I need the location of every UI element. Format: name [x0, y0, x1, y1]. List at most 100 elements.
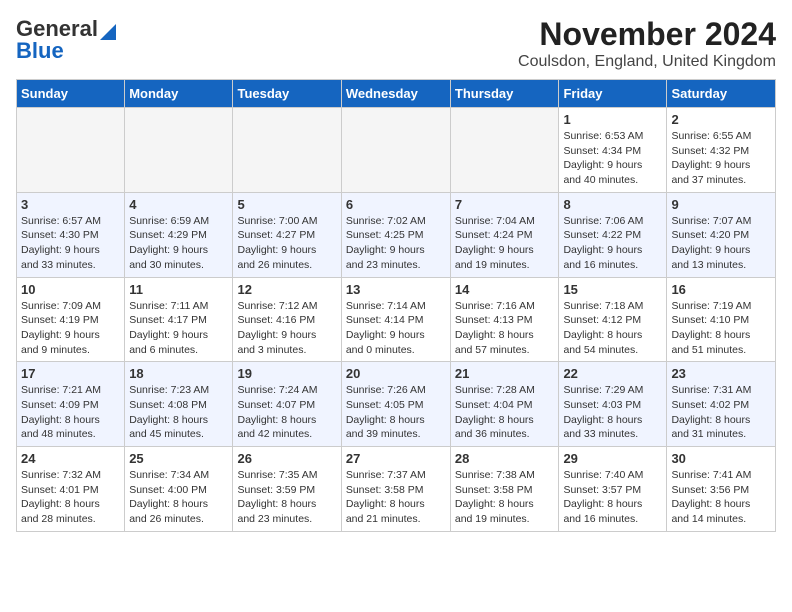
day-info: Sunrise: 7:04 AM Sunset: 4:24 PM Dayligh… [455, 214, 555, 273]
day-info: Sunrise: 7:34 AM Sunset: 4:00 PM Dayligh… [129, 468, 228, 527]
day-header-wednesday: Wednesday [341, 80, 450, 108]
calendar-cell: 20 Sunrise: 7:26 AM Sunset: 4:05 PM Dayli… [341, 362, 450, 447]
calendar-cell: 16 Sunrise: 7:19 AM Sunset: 4:10 PM Dayli… [667, 277, 776, 362]
day-info: Sunrise: 6:57 AM Sunset: 4:30 PM Dayligh… [21, 214, 120, 273]
day-number: 16 [671, 282, 771, 297]
calendar-cell: 6Sunrise: 7:02 AM Sunset: 4:25 PM Daylig… [341, 192, 450, 277]
calendar-table: SundayMondayTuesdayWednesdayThursdayFrid… [16, 79, 776, 532]
day-number: 11 [129, 282, 228, 297]
calendar-cell: 24 Sunrise: 7:32 AM Sunset: 4:01 PM Dayli… [17, 447, 125, 532]
day-info: Sunrise: 7:32 AM Sunset: 4:01 PM Dayligh… [21, 468, 120, 527]
day-number: 1 [563, 112, 662, 127]
day-info: Sunrise: 7:37 AM Sunset: 3:58 PM Dayligh… [346, 468, 446, 527]
calendar-cell: 30 Sunrise: 7:41 AM Sunset: 3:56 PM Dayli… [667, 447, 776, 532]
calendar-cell: 14 Sunrise: 7:16 AM Sunset: 4:13 PM Dayli… [450, 277, 559, 362]
day-info: Sunrise: 7:18 AM Sunset: 4:12 PM Dayligh… [563, 299, 662, 358]
calendar-cell: 19 Sunrise: 7:24 AM Sunset: 4:07 PM Dayli… [233, 362, 341, 447]
day-info: Sunrise: 7:40 AM Sunset: 3:57 PM Dayligh… [563, 468, 662, 527]
day-number: 9 [671, 197, 771, 212]
day-number: 29 [563, 451, 662, 466]
calendar-cell: 22 Sunrise: 7:29 AM Sunset: 4:03 PM Dayli… [559, 362, 667, 447]
day-number: 19 [237, 366, 336, 381]
calendar-week-row: 17 Sunrise: 7:21 AM Sunset: 4:09 PM Dayli… [17, 362, 776, 447]
day-info: Sunrise: 7:11 AM Sunset: 4:17 PM Dayligh… [129, 299, 228, 358]
day-number: 4 [129, 197, 228, 212]
day-info: Sunrise: 7:12 AM Sunset: 4:16 PM Dayligh… [237, 299, 336, 358]
calendar-cell: 27 Sunrise: 7:37 AM Sunset: 3:58 PM Dayli… [341, 447, 450, 532]
calendar-cell [17, 108, 125, 193]
page-header: General Blue November 2024 Coulsdon, Eng… [16, 16, 776, 71]
day-number: 21 [455, 366, 555, 381]
calendar-cell: 25 Sunrise: 7:34 AM Sunset: 4:00 PM Dayli… [125, 447, 233, 532]
calendar-cell: 26 Sunrise: 7:35 AM Sunset: 3:59 PM Dayli… [233, 447, 341, 532]
calendar-cell [450, 108, 559, 193]
day-number: 27 [346, 451, 446, 466]
calendar-cell: 10 Sunrise: 7:09 AM Sunset: 4:19 PM Dayli… [17, 277, 125, 362]
day-header-saturday: Saturday [667, 80, 776, 108]
day-info: Sunrise: 7:14 AM Sunset: 4:14 PM Dayligh… [346, 299, 446, 358]
day-info: Sunrise: 7:06 AM Sunset: 4:22 PM Dayligh… [563, 214, 662, 273]
calendar-cell: 7 Sunrise: 7:04 AM Sunset: 4:24 PM Daylig… [450, 192, 559, 277]
calendar-cell: 8 Sunrise: 7:06 AM Sunset: 4:22 PM Daylig… [559, 192, 667, 277]
day-number: 13 [346, 282, 446, 297]
day-info: Sunrise: 7:00 AM Sunset: 4:27 PM Dayligh… [237, 214, 336, 273]
calendar-cell: 28Sunrise: 7:38 AM Sunset: 3:58 PM Dayli… [450, 447, 559, 532]
day-header-tuesday: Tuesday [233, 80, 341, 108]
day-number: 26 [237, 451, 336, 466]
calendar-cell: 23Sunrise: 7:31 AM Sunset: 4:02 PM Dayli… [667, 362, 776, 447]
day-info: Sunrise: 7:41 AM Sunset: 3:56 PM Dayligh… [671, 468, 771, 527]
day-number: 5 [237, 197, 336, 212]
calendar-cell: 9Sunrise: 7:07 AM Sunset: 4:20 PM Daylig… [667, 192, 776, 277]
day-number: 30 [671, 451, 771, 466]
day-number: 12 [237, 282, 336, 297]
calendar-week-row: 1 Sunrise: 6:53 AM Sunset: 4:34 PM Daylig… [17, 108, 776, 193]
day-number: 10 [21, 282, 120, 297]
day-info: Sunrise: 7:21 AM Sunset: 4:09 PM Dayligh… [21, 383, 120, 442]
calendar-cell: 15Sunrise: 7:18 AM Sunset: 4:12 PM Dayli… [559, 277, 667, 362]
day-info: Sunrise: 7:26 AM Sunset: 4:05 PM Dayligh… [346, 383, 446, 442]
calendar-cell: 4Sunrise: 6:59 AM Sunset: 4:29 PM Daylig… [125, 192, 233, 277]
calendar-header-row: SundayMondayTuesdayWednesdayThursdayFrid… [17, 80, 776, 108]
day-info: Sunrise: 7:09 AM Sunset: 4:19 PM Dayligh… [21, 299, 120, 358]
day-info: Sunrise: 7:29 AM Sunset: 4:03 PM Dayligh… [563, 383, 662, 442]
day-number: 2 [671, 112, 771, 127]
day-info: Sunrise: 7:35 AM Sunset: 3:59 PM Dayligh… [237, 468, 336, 527]
calendar-week-row: 3 Sunrise: 6:57 AM Sunset: 4:30 PM Daylig… [17, 192, 776, 277]
calendar-cell: 2 Sunrise: 6:55 AM Sunset: 4:32 PM Daylig… [667, 108, 776, 193]
day-number: 18 [129, 366, 228, 381]
day-info: Sunrise: 7:38 AM Sunset: 3:58 PM Dayligh… [455, 468, 555, 527]
calendar-cell [125, 108, 233, 193]
calendar-cell [341, 108, 450, 193]
calendar-cell: 18 Sunrise: 7:23 AM Sunset: 4:08 PM Dayli… [125, 362, 233, 447]
day-number: 24 [21, 451, 120, 466]
calendar-cell: 11 Sunrise: 7:11 AM Sunset: 4:17 PM Dayli… [125, 277, 233, 362]
day-info: Sunrise: 7:23 AM Sunset: 4:08 PM Dayligh… [129, 383, 228, 442]
day-info: Sunrise: 7:24 AM Sunset: 4:07 PM Dayligh… [237, 383, 336, 442]
calendar-cell [233, 108, 341, 193]
calendar-week-row: 24 Sunrise: 7:32 AM Sunset: 4:01 PM Dayli… [17, 447, 776, 532]
calendar-cell: 29 Sunrise: 7:40 AM Sunset: 3:57 PM Dayli… [559, 447, 667, 532]
day-info: Sunrise: 7:19 AM Sunset: 4:10 PM Dayligh… [671, 299, 771, 358]
logo-arrow-icon [100, 18, 116, 40]
day-info: Sunrise: 7:16 AM Sunset: 4:13 PM Dayligh… [455, 299, 555, 358]
day-info: Sunrise: 6:55 AM Sunset: 4:32 PM Dayligh… [671, 129, 771, 188]
month-title: November 2024 [518, 16, 776, 53]
day-number: 22 [563, 366, 662, 381]
day-number: 3 [21, 197, 120, 212]
day-number: 17 [21, 366, 120, 381]
calendar-cell: 5 Sunrise: 7:00 AM Sunset: 4:27 PM Daylig… [233, 192, 341, 277]
day-header-monday: Monday [125, 80, 233, 108]
calendar-week-row: 10 Sunrise: 7:09 AM Sunset: 4:19 PM Dayli… [17, 277, 776, 362]
title-area: November 2024 Coulsdon, England, United … [518, 16, 776, 71]
day-header-sunday: Sunday [17, 80, 125, 108]
calendar-cell: 3 Sunrise: 6:57 AM Sunset: 4:30 PM Daylig… [17, 192, 125, 277]
day-number: 14 [455, 282, 555, 297]
location-title: Coulsdon, England, United Kingdom [518, 53, 776, 71]
logo-blue-text: Blue [16, 38, 64, 64]
day-info: Sunrise: 6:53 AM Sunset: 4:34 PM Dayligh… [563, 129, 662, 188]
day-number: 8 [563, 197, 662, 212]
day-number: 20 [346, 366, 446, 381]
day-number: 25 [129, 451, 228, 466]
calendar-cell: 1 Sunrise: 6:53 AM Sunset: 4:34 PM Daylig… [559, 108, 667, 193]
day-number: 7 [455, 197, 555, 212]
